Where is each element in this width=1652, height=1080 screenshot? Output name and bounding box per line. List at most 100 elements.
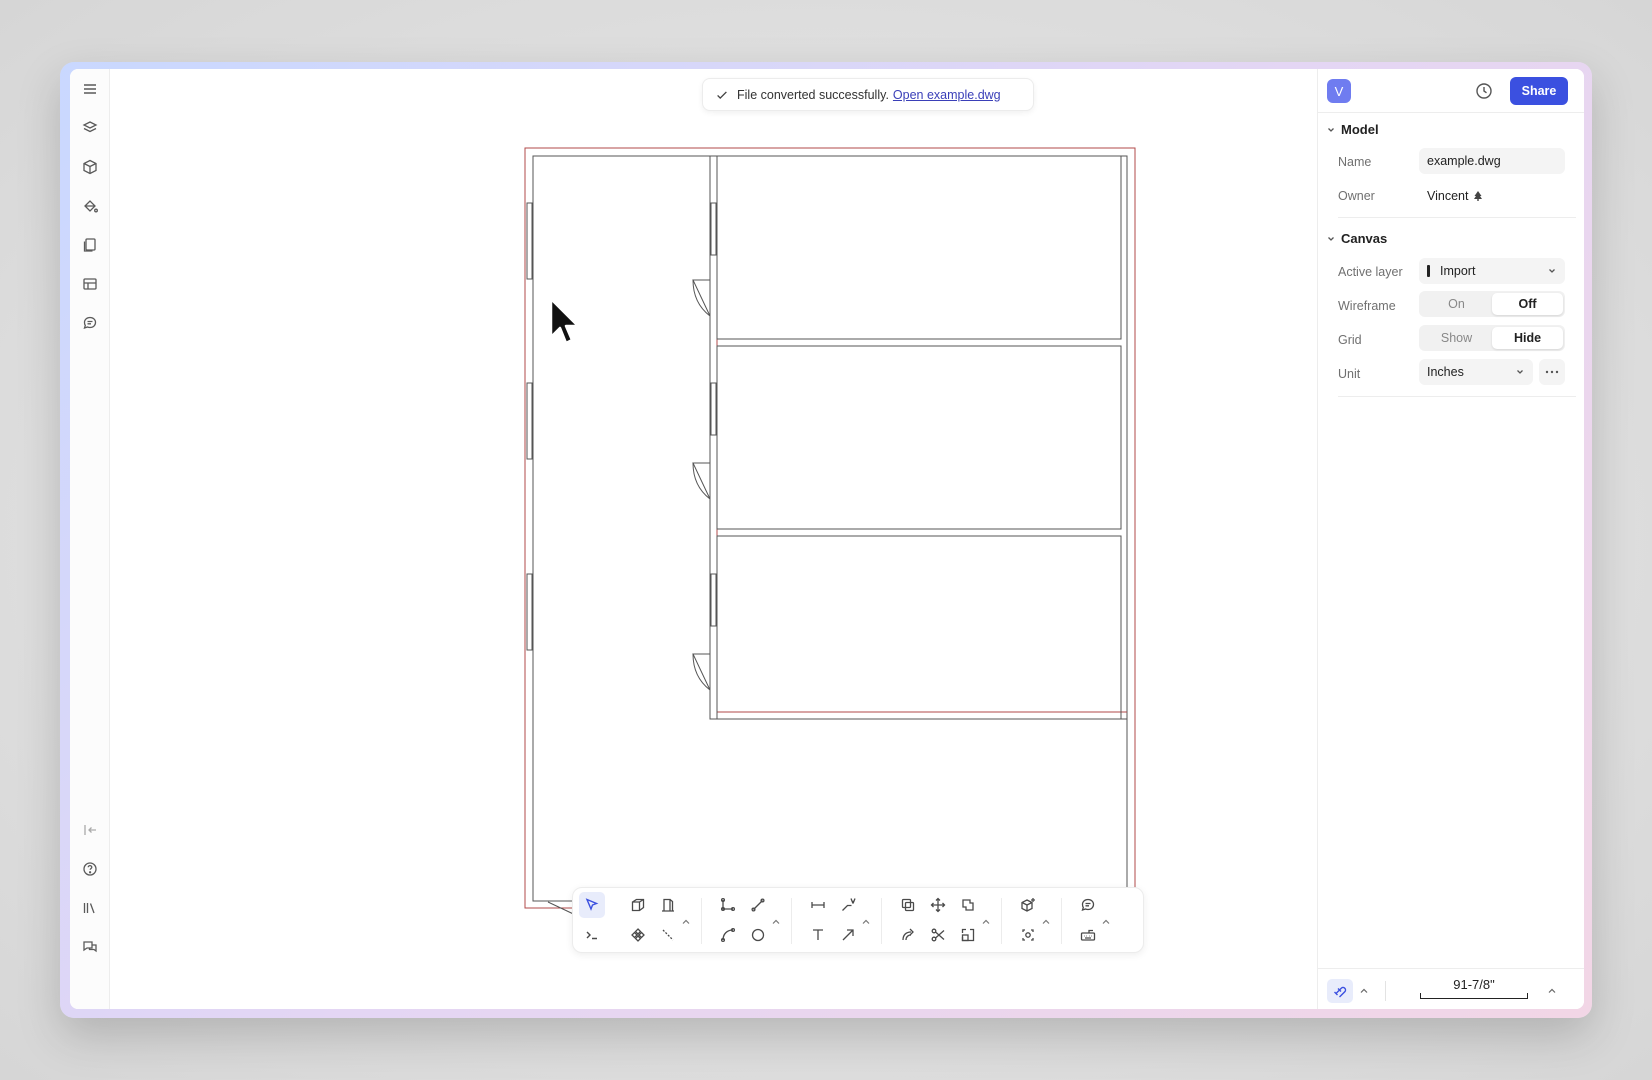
corridor-wall-inner <box>716 156 1127 713</box>
corridor-windows <box>710 202 717 627</box>
chevron-up-icon[interactable] <box>1546 985 1558 997</box>
pages-icon[interactable] <box>78 233 102 257</box>
measure-icon[interactable] <box>655 922 681 948</box>
owner-value: Vincent <box>1427 189 1484 203</box>
chevron-up-icon[interactable] <box>860 916 872 928</box>
wireframe-label: Wireframe <box>1338 299 1396 313</box>
comment-icon[interactable] <box>1075 892 1101 918</box>
magnet-icon <box>1334 986 1347 998</box>
more-options-button[interactable] <box>1539 359 1565 385</box>
drawing-toolbar <box>572 887 1144 953</box>
chevron-down-icon <box>1328 236 1334 241</box>
window-frame: File converted successfully. Open exampl… <box>60 62 1592 1018</box>
check-icon <box>717 90 727 99</box>
scale-indicator[interactable]: 91-7/8" <box>1418 977 1530 1001</box>
active-layer-label: Active layer <box>1338 265 1403 279</box>
toast-message: File converted successfully. <box>737 87 889 102</box>
section-canvas-title: Canvas <box>1341 231 1388 246</box>
add-object-icon[interactable] <box>1015 892 1041 918</box>
room-1 <box>716 155 1122 340</box>
chevron-up-icon[interactable] <box>980 916 992 928</box>
circle-icon[interactable] <box>745 922 771 948</box>
grid-show-option[interactable]: Show <box>1421 327 1492 349</box>
scale-value: 91-7/8" <box>1453 977 1495 992</box>
owner-label: Owner <box>1338 189 1375 203</box>
toolbar-separator <box>881 898 882 944</box>
box-icon[interactable] <box>625 892 651 918</box>
name-field[interactable]: example.dwg <box>1419 148 1565 174</box>
keyboard-icon[interactable] <box>1075 922 1101 948</box>
active-layer-select[interactable]: Import <box>1419 258 1565 284</box>
wireframe-off-option[interactable]: Off <box>1492 293 1563 315</box>
help-icon[interactable] <box>78 857 102 881</box>
header-divider <box>1318 112 1584 113</box>
section-model[interactable]: Model <box>1326 122 1379 137</box>
share-button[interactable]: Share <box>1510 77 1568 105</box>
snap-toggle[interactable] <box>1327 979 1353 1003</box>
open-file-link[interactable]: Open example.dwg <box>893 88 1001 102</box>
duplicate-icon[interactable] <box>955 892 981 918</box>
chevron-up-icon[interactable] <box>1358 985 1370 997</box>
history-clock-icon[interactable] <box>1474 81 1494 101</box>
section-divider <box>1338 396 1576 397</box>
layer-color-swatch <box>1427 265 1430 277</box>
room-2 <box>716 345 1122 530</box>
comment-icon[interactable] <box>78 311 102 335</box>
arrow-icon[interactable] <box>835 922 861 948</box>
toolbar-separator <box>1061 898 1062 944</box>
menu-icon[interactable] <box>78 77 102 101</box>
toolbar-separator <box>701 898 702 944</box>
room-doors <box>692 279 711 691</box>
table-icon[interactable] <box>78 272 102 296</box>
library-icon[interactable] <box>78 896 102 920</box>
grid-hide-option[interactable]: Hide <box>1492 327 1563 349</box>
cube-icon[interactable] <box>78 155 102 179</box>
unit-select[interactable]: Inches <box>1419 359 1533 385</box>
toolbar-separator <box>791 898 792 944</box>
chevron-down-icon <box>1517 370 1523 374</box>
door-icon[interactable] <box>655 892 681 918</box>
chevron-up-icon[interactable] <box>680 916 692 928</box>
section-canvas[interactable]: Canvas <box>1326 231 1387 246</box>
corridor-wall <box>709 156 1127 720</box>
app-window: File converted successfully. Open exampl… <box>70 69 1584 1009</box>
avatar[interactable]: V <box>1327 79 1351 103</box>
drawing-canvas[interactable]: File converted successfully. Open exampl… <box>110 69 1317 1009</box>
label-icon[interactable] <box>835 892 861 918</box>
line-icon[interactable] <box>745 892 771 918</box>
footer-separator <box>1385 981 1386 1001</box>
polyline-icon[interactable] <box>715 892 741 918</box>
ellipsis-icon <box>1545 370 1559 374</box>
active-layer-value: Import <box>1440 264 1476 278</box>
section-divider <box>1338 217 1576 218</box>
collapse-sidebar-icon[interactable] <box>78 818 102 842</box>
text-icon[interactable] <box>805 922 831 948</box>
scissors-icon[interactable] <box>925 922 951 948</box>
chevron-up-icon[interactable] <box>1100 916 1112 928</box>
copy-icon[interactable] <box>895 892 921 918</box>
footer-divider <box>1318 968 1584 969</box>
floor-plan-drawing[interactable] <box>110 69 1256 959</box>
component-icon[interactable] <box>625 922 651 948</box>
move-icon[interactable] <box>925 892 951 918</box>
terminal-icon[interactable] <box>579 922 605 948</box>
layers-icon[interactable] <box>78 116 102 140</box>
chevron-down-icon <box>1328 127 1334 132</box>
name-label: Name <box>1338 155 1372 169</box>
properties-panel: V Share Model Name example.dwg Owner Vin… <box>1317 69 1584 1009</box>
chevron-up-icon[interactable] <box>1040 916 1052 928</box>
scale-icon[interactable] <box>955 922 981 948</box>
grid-label: Grid <box>1338 333 1362 347</box>
paint-bucket-icon[interactable] <box>78 194 102 218</box>
wireframe-on-option[interactable]: On <box>1421 293 1492 315</box>
chat-icon[interactable] <box>78 935 102 959</box>
grid-toggle: Show Hide <box>1419 325 1565 351</box>
chevron-up-icon[interactable] <box>770 916 782 928</box>
dimension-icon[interactable] <box>805 892 831 918</box>
left-sidebar <box>70 69 110 1009</box>
orbit-icon[interactable] <box>1015 922 1041 948</box>
select-icon[interactable] <box>579 892 605 918</box>
offset-icon[interactable] <box>895 922 921 948</box>
arc-icon[interactable] <box>715 922 741 948</box>
chevron-down-icon <box>1549 269 1555 273</box>
